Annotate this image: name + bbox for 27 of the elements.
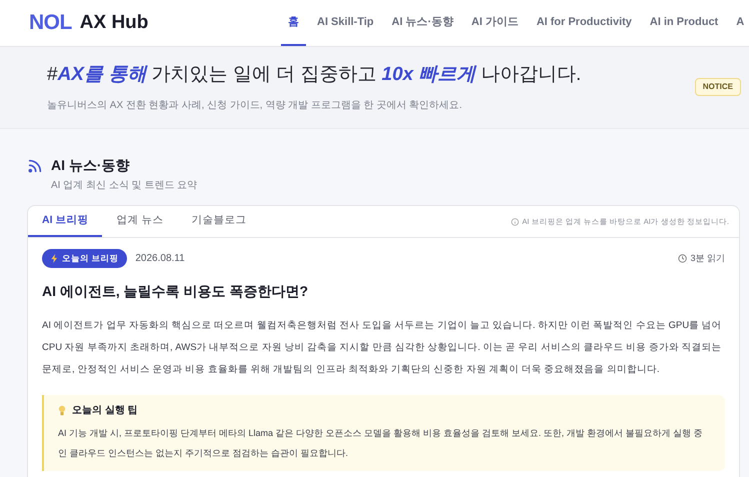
notice-badge[interactable]: NOTICE xyxy=(694,78,741,96)
nav-link[interactable]: AI 가이드 xyxy=(464,0,526,46)
tab[interactable]: AI 브리핑 xyxy=(28,206,102,237)
rss-icon xyxy=(27,158,43,174)
article-date: 2026.08.11 xyxy=(135,252,185,266)
nav-link[interactable]: AI in Product xyxy=(642,0,726,46)
article-body: AI 에이전트가 업무 자동화의 핵심으로 떠오르며 웰컴저축은행처럼 전사 도입을 서두르는 기업이 늘고 있습니다. 하지만 이런 폭발적인 수요는 GPU를 넘어 CPU 자원 부족까지 초래하며, AWS가 내부적으로 자원 낭비 감축을 지시할 만큼 심각한 상황입니다. 이는 곧 우리 서비스의 클라우드 비용 증가와 직결되는 문제로, 안정적인 서비스 운영과 비용 효율화를 위해 개발팀의 인프라 최적화와 기획단의 신중한 자원 계획이 더욱 중요해졌음을 의미합니다. xyxy=(42,318,723,377)
tip-body: AI 기능 개발 시, 프로토타이핑 단계부터 메타의 Llama 같은 다양한 오픈소스 모델을 활용해 비용 효율성을 검토해 보세요. 또한, 개발 환경에서 불필요하게 실행 중인 클라우드 인스턴스는 없는지 주기적으로 점검하는 습관이 필요합니다. xyxy=(58,426,704,460)
tab[interactable]: 업계 뉴스 xyxy=(102,206,178,237)
hero-headline: #AX를 통해 가치있는 일에 더 집중하고 10x 빠르게 나아갑니다. xyxy=(47,63,582,87)
nav-link[interactable]: AI for Productivity xyxy=(529,0,639,46)
tab[interactable]: 기술블로그 xyxy=(177,206,260,237)
section-subtitle: AI 업계 최신 소식 및 트렌드 요약 xyxy=(51,179,198,193)
nav-link[interactable]: A xyxy=(729,0,749,46)
nav-link[interactable]: AI Skill-Tip xyxy=(310,0,381,46)
nav-link[interactable]: AI 뉴스·동향 xyxy=(384,0,460,46)
briefing-badge: 오늘의 브리핑 xyxy=(42,249,128,268)
hero-subtitle: 놀유니버스의 AX 전환 현황과 사례, 신청 가이드, 역량 개발 프로그램을 한 곳에서 확인하세요. xyxy=(47,98,464,112)
article-title: AI 에이전트, 늘릴수록 비용도 폭증한다면? xyxy=(42,282,309,301)
info-icon xyxy=(511,218,520,226)
clock-icon xyxy=(678,254,688,263)
read-time: 3분 읽기 xyxy=(690,252,725,265)
tip-title: 오늘의 실행 팁 xyxy=(72,404,138,418)
section-title: AI 뉴스·동향 xyxy=(51,156,131,175)
logo[interactable]: NOL AX Hub xyxy=(29,7,254,39)
lightbulb-icon xyxy=(58,404,66,416)
lightning-icon xyxy=(51,254,58,263)
